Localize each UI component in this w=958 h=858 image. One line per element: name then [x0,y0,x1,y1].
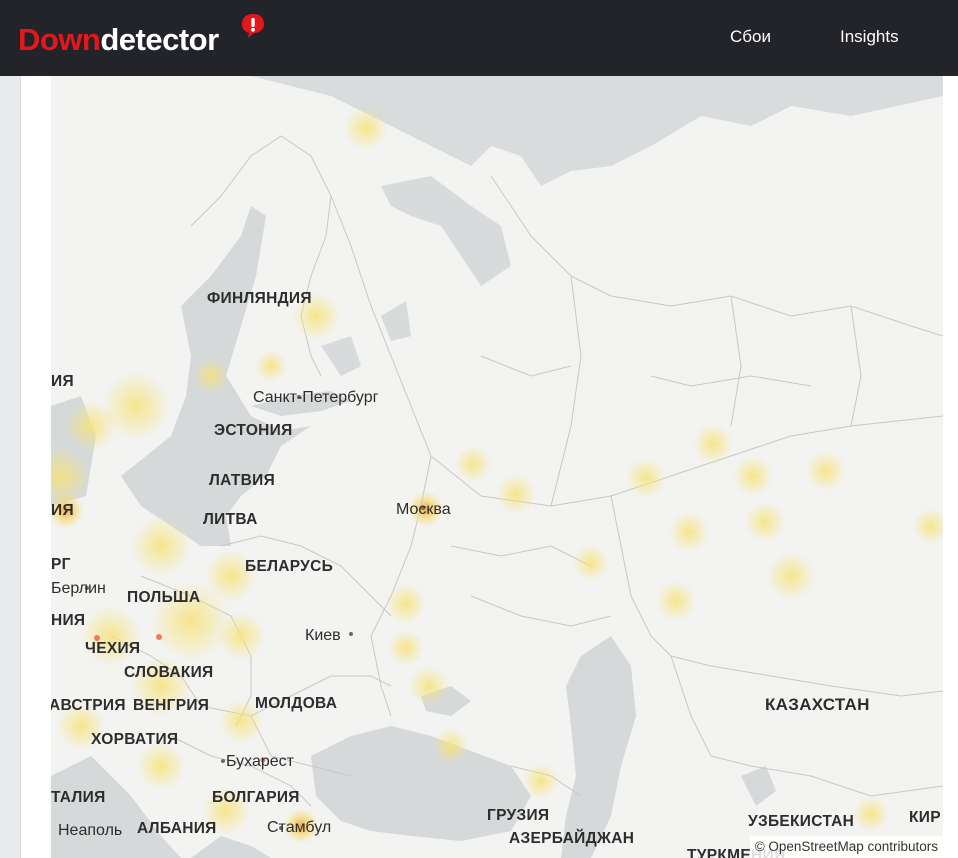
logo-text-detector: detector [100,22,219,57]
top-navigation-bar: Downdetector Сбои Insights [0,0,958,76]
map-label-albania: АЛБАНИЯ [137,820,217,837]
map-label-italy: ТАЛИЯ [51,789,106,806]
outage-heat-map[interactable]: ФИНЛЯНДИЯ Санкт-Петербург ЭСТОНИЯ ЛАТВИЯ… [51,76,943,858]
downdetector-logo[interactable]: Downdetector [18,22,219,58]
map-attribution[interactable]: © OpenStreetMap contributors [749,836,943,858]
map-label-uzbekistan: УЗБЕКИСТАН [748,813,855,830]
map-label-saint-petersburg: Санкт-Петербург [253,389,379,406]
map-label-slovakia: СЛОВАКИЯ [124,664,214,681]
map-label-kyrgyzstan-partial: КИР [909,809,941,826]
logo-text-down: Down [18,22,101,57]
map-label-partial-2: ИЯ [51,502,74,519]
map-label-kazakhstan: КАЗАХСТАН [765,695,870,714]
map-label-czechia: ЧЕХИЯ [85,640,141,657]
map-label-croatia: ХОРВАТИЯ [91,731,179,748]
map-label-bulgaria: БОЛГАРИЯ [212,789,300,806]
map-label-partial-1: ИЯ [51,373,74,390]
map-canvas [51,76,943,858]
map-label-austria: АВСТРИЯ [51,697,126,714]
map-label-naples: Неаполь [58,822,123,839]
map-label-estonia: ЭСТОНИЯ [214,422,293,439]
map-label-berlin: Берлин [51,580,106,597]
map-label-finland: ФИНЛЯНДИЯ [207,290,312,307]
left-sidebar-edge [0,76,21,858]
map-label-bucharest: Бухарест [226,753,294,770]
map-label-azerbaijan: АЗЕРБАЙДЖАН [509,830,635,847]
map-label-kiev: Киев [305,627,341,644]
map-label-poland: ПОЛЬША [127,589,201,606]
map-label-istanbul: Стамбул [267,819,332,836]
map-label-georgia: ГРУЗИЯ [487,807,550,824]
nav-link-outages[interactable]: Сбои [730,26,771,48]
nav-link-insights[interactable]: Insights [840,26,899,48]
map-label-lithuania: ЛИТВА [203,511,258,528]
map-label-partial-4: НИЯ [51,612,86,629]
exclamation-bubble-icon [242,14,264,38]
map-label-partial-3: РГ [51,556,71,573]
map-label-hungary: ВЕНГРИЯ [133,697,210,714]
map-label-latvia: ЛАТВИЯ [209,472,276,489]
map-label-moldova: МОЛДОВА [255,695,338,712]
map-label-moscow: Москва [396,501,451,518]
map-label-belarus: БЕЛАРУСЬ [245,558,334,575]
